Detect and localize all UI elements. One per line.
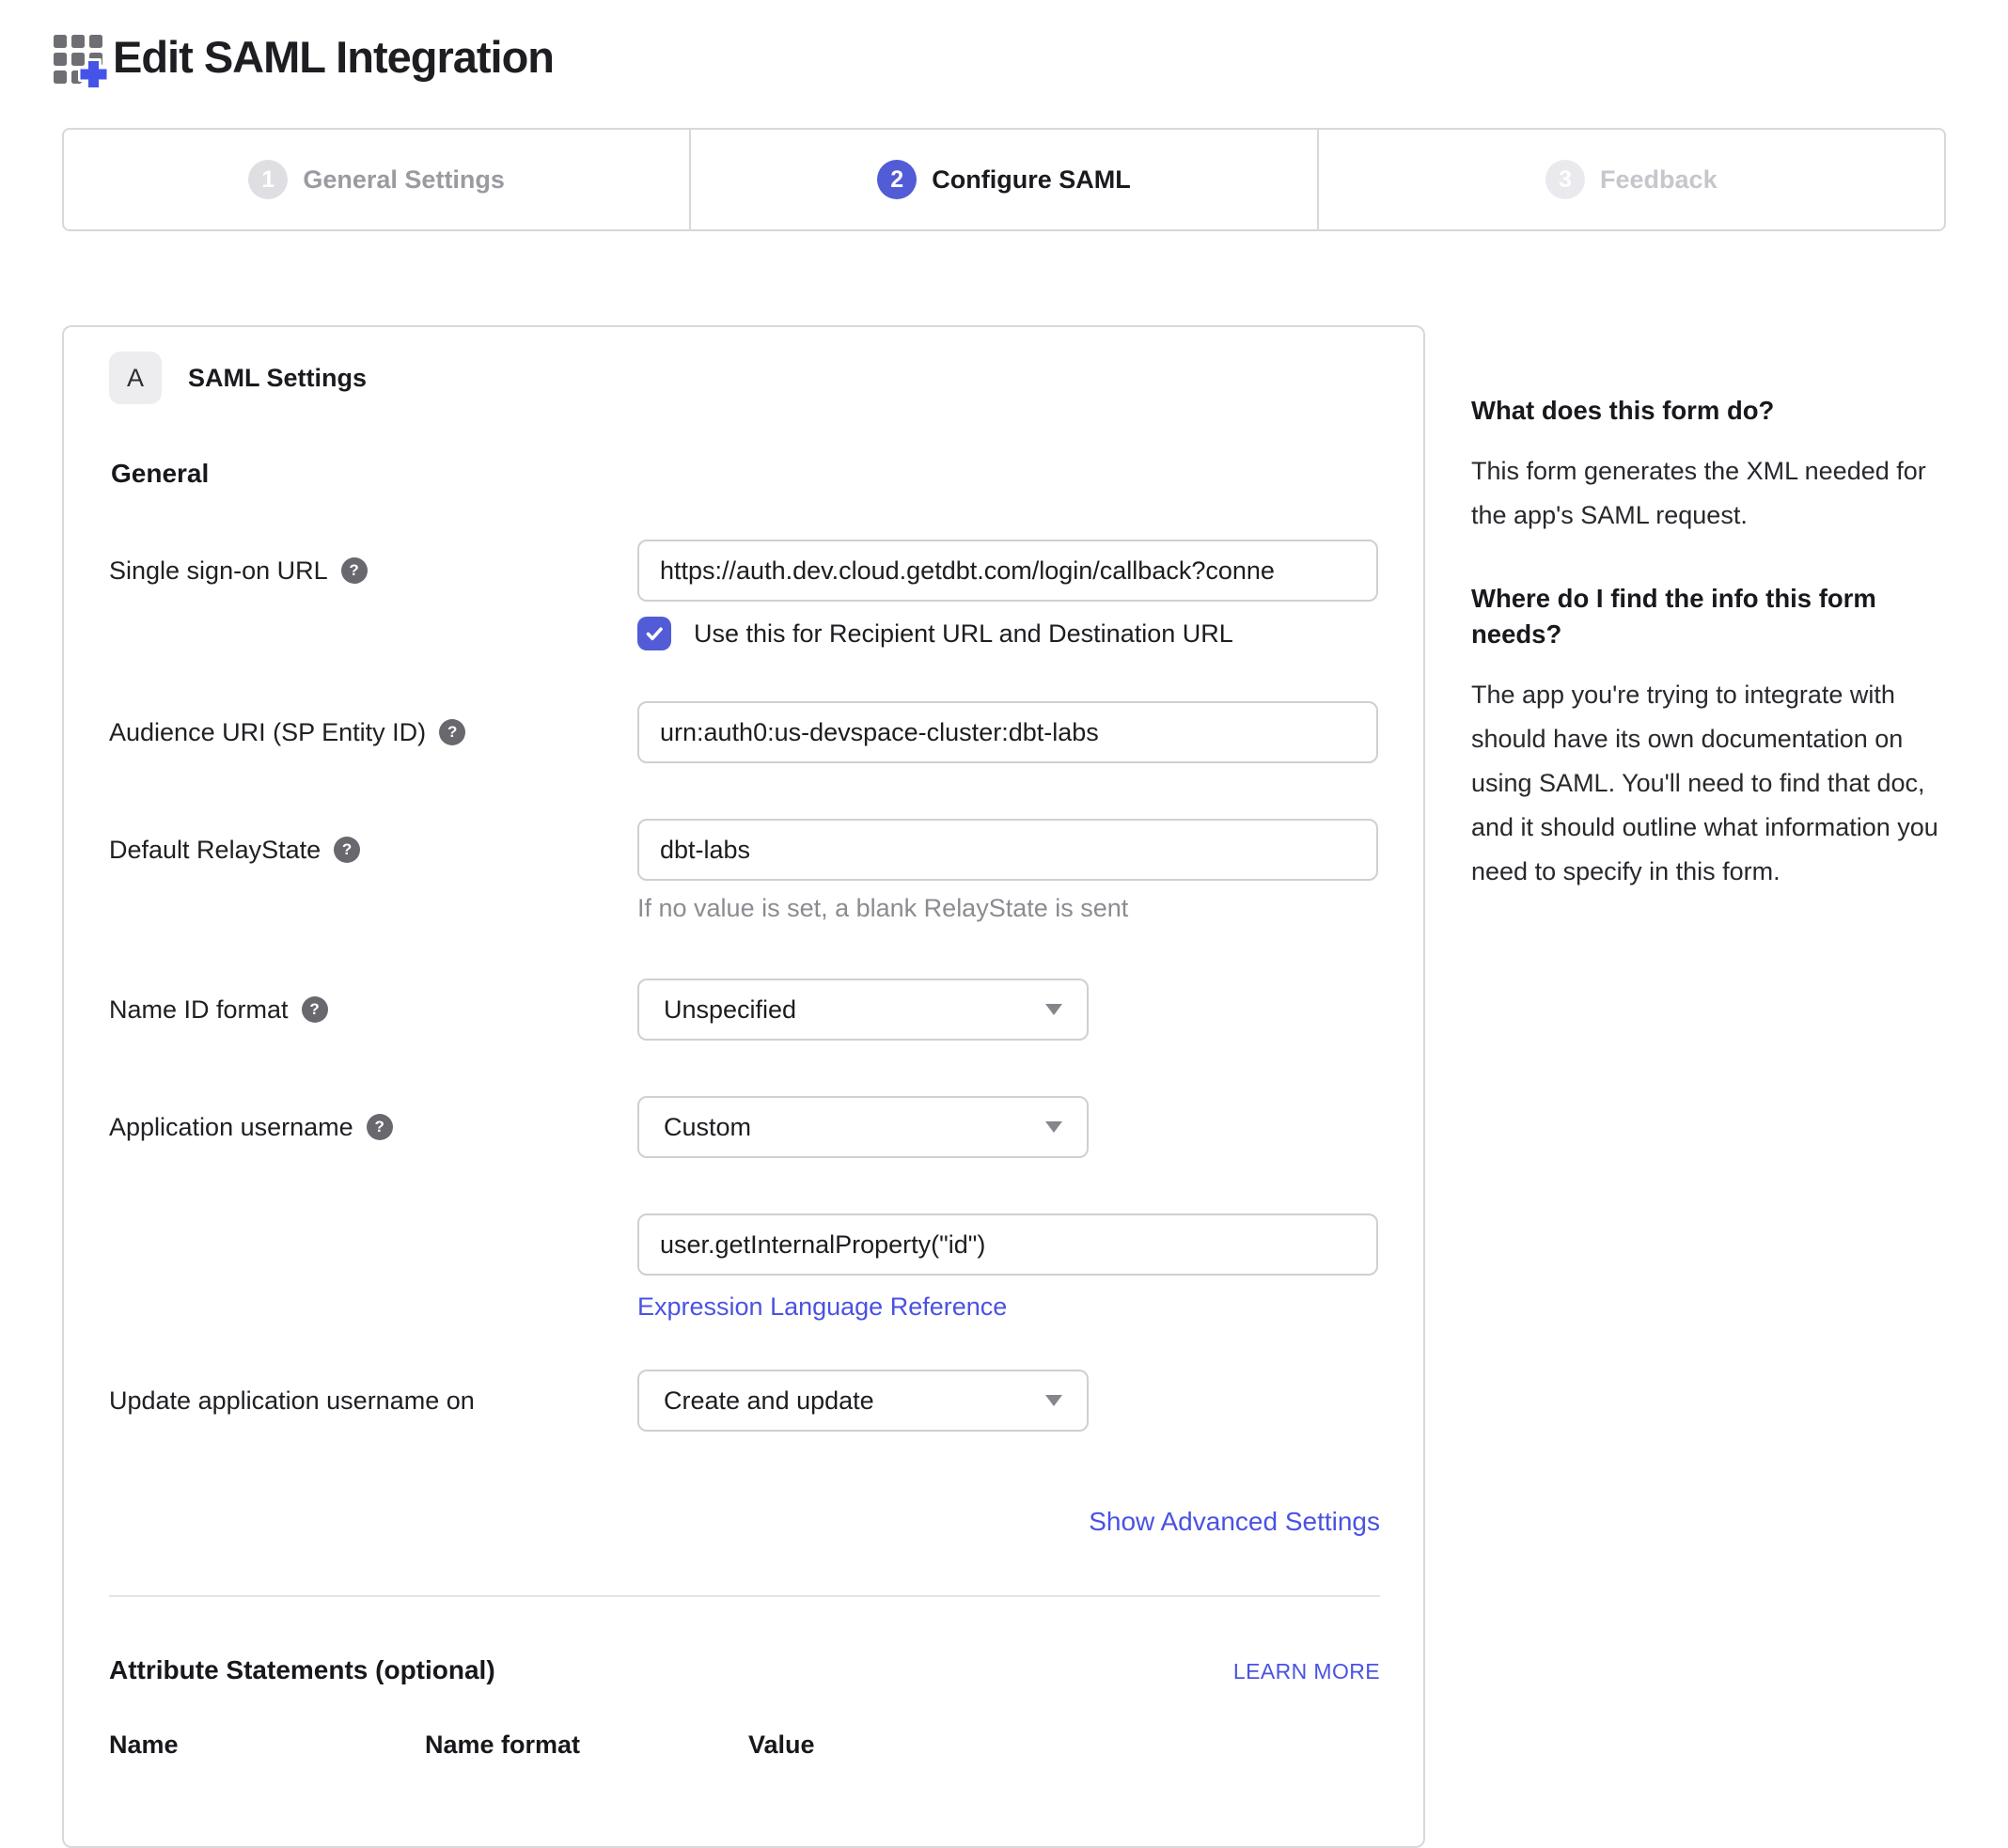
step-label: Configure SAML — [932, 165, 1130, 195]
application-username-select[interactable]: Custom — [637, 1096, 1089, 1158]
sidebar-heading: What does this form do? — [1471, 393, 1964, 429]
update-username-row: Update application username on Create an… — [109, 1370, 1380, 1432]
column-header-format: Name format — [425, 1731, 748, 1760]
show-advanced-settings-link[interactable]: Show Advanced Settings — [1089, 1507, 1380, 1536]
help-icon[interactable]: ? — [334, 837, 360, 863]
help-icon[interactable]: ? — [439, 719, 465, 745]
audience-uri-input[interactable] — [637, 701, 1378, 763]
help-sidebar: What does this form do? This form genera… — [1471, 393, 1964, 937]
relay-state-row: Default RelayState ? If no value is set,… — [109, 819, 1380, 923]
name-id-format-row: Name ID format ? Unspecified — [109, 979, 1380, 1041]
name-id-format-select[interactable]: Unspecified — [637, 979, 1089, 1041]
help-icon[interactable]: ? — [341, 557, 368, 584]
page-header: Edit SAML Integration — [53, 24, 554, 88]
application-username-label: Application username — [109, 1111, 353, 1143]
app-grid-plus-icon — [53, 34, 107, 88]
saml-settings-panel: A SAML Settings General Single sign-on U… — [62, 325, 1425, 1848]
dropdown-caret-icon — [1045, 1004, 1062, 1015]
relay-state-helper: If no value is set, a blank RelayState i… — [637, 894, 1380, 923]
step-label: General Settings — [303, 165, 505, 195]
checkmark-icon — [643, 622, 666, 645]
update-username-select[interactable]: Create and update — [637, 1370, 1089, 1432]
help-icon[interactable]: ? — [302, 996, 328, 1023]
application-username-row: Application username ? Custom — [109, 1096, 1380, 1158]
learn-more-link[interactable]: LEARN MORE — [1233, 1659, 1380, 1684]
step-number-badge: 3 — [1545, 160, 1585, 199]
recipient-url-checkbox-label: Use this for Recipient URL and Destinati… — [694, 619, 1233, 649]
wizard-stepper: 1 General Settings 2 Configure SAML 3 Fe… — [62, 128, 1946, 231]
step-label: Feedback — [1600, 165, 1718, 195]
selected-value: Custom — [664, 1113, 751, 1142]
section-divider — [109, 1595, 1380, 1597]
update-username-label: Update application username on — [109, 1385, 475, 1417]
selected-value: Unspecified — [664, 995, 796, 1025]
custom-expression-input[interactable] — [637, 1214, 1378, 1276]
audience-uri-label: Audience URI (SP Entity ID) — [109, 716, 426, 748]
sidebar-heading: Where do I find the info this form needs… — [1471, 581, 1964, 652]
sso-url-input[interactable] — [637, 540, 1378, 602]
general-heading: General — [111, 459, 1380, 489]
help-icon[interactable]: ? — [367, 1114, 393, 1140]
attribute-table-header: Name Name format Value — [109, 1731, 1380, 1760]
step-number-badge: 2 — [877, 160, 917, 199]
dropdown-caret-icon — [1045, 1121, 1062, 1133]
sidebar-paragraph: The app you're trying to integrate with … — [1471, 673, 1964, 894]
step-general-settings[interactable]: 1 General Settings — [64, 130, 689, 229]
name-id-format-label: Name ID format — [109, 994, 289, 1026]
panel-title: SAML Settings — [188, 364, 367, 393]
relay-state-label: Default RelayState — [109, 834, 321, 866]
dropdown-caret-icon — [1045, 1395, 1062, 1406]
step-configure-saml[interactable]: 2 Configure SAML — [689, 130, 1316, 229]
sso-url-label: Single sign-on URL — [109, 555, 328, 587]
attribute-statements-heading: Attribute Statements (optional) — [109, 1655, 495, 1685]
selected-value: Create and update — [664, 1386, 874, 1416]
recipient-url-checkbox[interactable] — [637, 617, 671, 650]
step-number-badge: 1 — [248, 160, 288, 199]
page-title: Edit SAML Integration — [113, 31, 554, 83]
panel-header: A SAML Settings — [109, 352, 1380, 404]
section-a-badge: A — [109, 352, 162, 404]
relay-state-input[interactable] — [637, 819, 1378, 881]
audience-uri-row: Audience URI (SP Entity ID) ? — [109, 701, 1380, 763]
sso-url-row: Single sign-on URL ? Use this for Recipi… — [109, 540, 1380, 650]
step-feedback[interactable]: 3 Feedback — [1317, 130, 1944, 229]
column-header-name: Name — [109, 1731, 425, 1760]
column-header-value: Value — [748, 1731, 815, 1760]
expression-language-reference-link[interactable]: Expression Language Reference — [637, 1292, 1007, 1322]
sidebar-paragraph: This form generates the XML needed for t… — [1471, 449, 1964, 538]
custom-expression-row: Expression Language Reference — [109, 1214, 1380, 1322]
